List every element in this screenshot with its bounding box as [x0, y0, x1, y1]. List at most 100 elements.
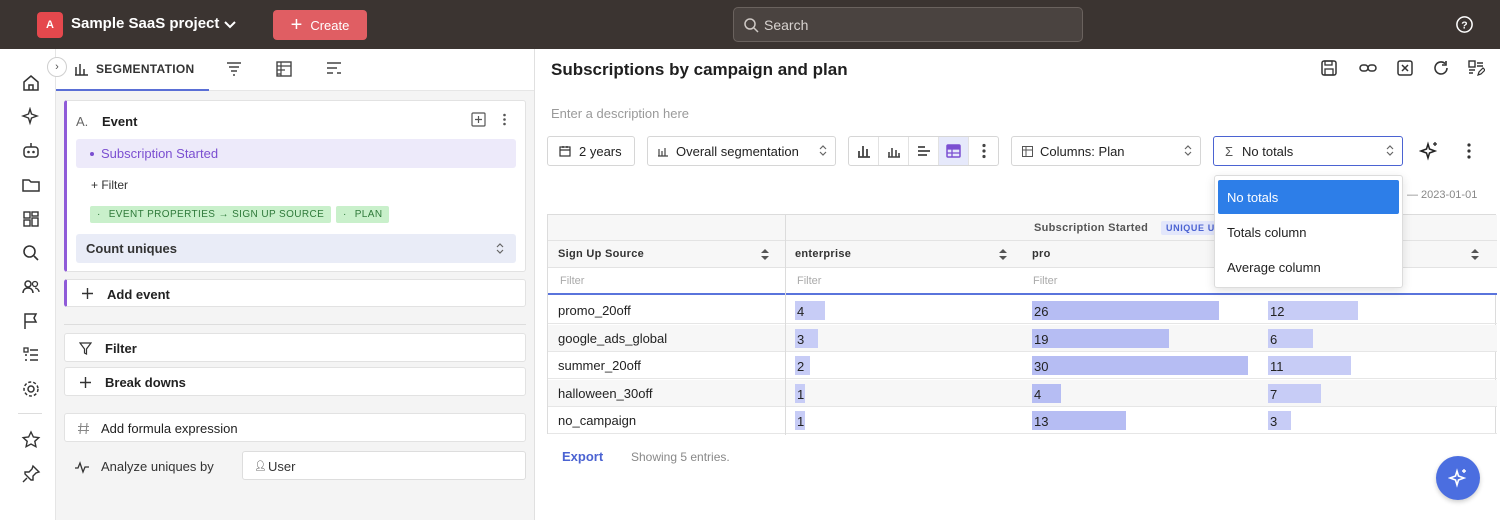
bar-chart-icon — [75, 64, 88, 76]
viz-more-button[interactable] — [969, 137, 999, 165]
star-icon[interactable] — [21, 430, 41, 450]
collapse-panel-button[interactable]: › — [47, 57, 67, 77]
segmentation-select[interactable]: Overall segmentation — [647, 136, 836, 166]
add-square-icon[interactable] — [471, 112, 486, 127]
date-range-readout: — 2023-01-01 — [1407, 189, 1478, 201]
event-card: A. Event Subscription Started + Filter ·… — [64, 100, 526, 272]
funnel-icon[interactable] — [225, 60, 243, 78]
description-placeholder[interactable]: Enter a description here — [551, 106, 689, 121]
flag-icon[interactable] — [21, 311, 41, 331]
sparkle-icon — [1448, 468, 1467, 488]
totals-option[interactable]: Totals column — [1218, 215, 1399, 249]
updown-chevron-icon — [1184, 145, 1192, 156]
project-name[interactable]: Sample SaaS project — [71, 15, 219, 32]
viz-bar-button[interactable] — [849, 137, 879, 165]
flows-icon[interactable] — [325, 60, 343, 78]
save-icon[interactable] — [1320, 59, 1338, 77]
row-source-label: summer_20off — [558, 358, 641, 373]
table-row[interactable]: promo_20off 4 26 12 — [548, 297, 1497, 324]
sort-icon[interactable] — [760, 248, 770, 261]
column-header-source[interactable]: Sign Up Source — [558, 248, 644, 260]
calendar-icon — [559, 146, 571, 157]
users-icon[interactable] — [21, 277, 41, 297]
visualization-toggle — [848, 136, 999, 166]
table-row[interactable]: no_campaign 1 13 3 — [548, 407, 1497, 434]
sort-icon[interactable] — [1470, 248, 1480, 261]
column-filter-input[interactable]: Filter — [797, 275, 821, 287]
column-filter-input[interactable]: Filter — [1033, 275, 1057, 287]
help-icon[interactable]: ? — [1455, 15, 1474, 34]
sparkle-icon[interactable] — [1419, 141, 1439, 161]
search-input[interactable]: Search — [733, 7, 1083, 42]
event-dot — [90, 152, 94, 156]
breakdowns-button[interactable]: Break downs — [64, 367, 526, 396]
row-source-label: promo_20off — [558, 303, 631, 318]
value-label: 19 — [1034, 331, 1049, 347]
value-label: 26 — [1034, 304, 1049, 319]
report-title[interactable]: Subscriptions by campaign and plan — [551, 60, 848, 80]
segmentation-label: Overall segmentation — [676, 144, 799, 159]
table-row[interactable]: halloween_30off 1 4 7 — [548, 379, 1497, 407]
create-button[interactable]: + Create — [273, 10, 367, 40]
filter-button[interactable]: Filter — [64, 333, 526, 362]
totals-option[interactable]: Average column — [1218, 250, 1399, 284]
viz-horizontal-bar-button[interactable] — [909, 137, 939, 165]
pin-icon[interactable] — [21, 464, 41, 484]
plus-icon: + — [290, 14, 303, 36]
link-icon[interactable] — [1359, 59, 1377, 77]
breakdown-chip[interactable]: · EVENT PROPERTIES → SIGN UP SOURCE — [90, 206, 332, 223]
add-event-filter-link[interactable]: + Filter — [91, 178, 128, 192]
export-link[interactable]: Export — [562, 449, 603, 464]
top-bar: A Sample SaaS project + Create Search ? — [0, 0, 1500, 49]
viz-table-button[interactable] — [939, 137, 969, 165]
table-row[interactable]: summer_20off 2 30 11 — [548, 352, 1497, 379]
edit-layout-icon[interactable] — [1467, 59, 1485, 77]
columns-select[interactable]: Columns: Plan — [1011, 136, 1201, 166]
dashboard-icon[interactable] — [21, 209, 41, 229]
folder-icon[interactable] — [21, 175, 41, 195]
chevron-down-icon[interactable] — [222, 16, 238, 32]
project-avatar[interactable]: A — [37, 12, 63, 38]
refresh-icon[interactable] — [1432, 59, 1450, 77]
column-header-pro[interactable]: pro — [1032, 248, 1051, 260]
value-label: 3 — [1270, 414, 1278, 429]
add-event-button[interactable]: Add event — [64, 279, 526, 307]
viz-grouped-bar-button[interactable] — [879, 137, 909, 165]
sort-icon[interactable] — [998, 248, 1008, 261]
list-icon[interactable] — [21, 345, 41, 365]
add-event-label: Add event — [107, 287, 170, 302]
columns-label: Columns: Plan — [1040, 144, 1125, 159]
breakdown-chip[interactable]: · PLAN — [336, 206, 390, 223]
value-label: 2 — [797, 359, 805, 374]
table-row[interactable]: google_ads_global 3 19 6 — [548, 324, 1497, 352]
more-vertical-icon[interactable] — [497, 112, 512, 127]
selected-event[interactable]: Subscription Started — [76, 139, 516, 168]
robot-icon[interactable] — [21, 141, 41, 161]
search-icon[interactable] — [21, 243, 41, 263]
updown-chevron-icon — [1386, 145, 1394, 156]
add-formula-label: Add formula expression — [101, 421, 238, 436]
rail-divider — [18, 413, 42, 414]
column-header-enterprise[interactable]: enterprise — [795, 248, 851, 260]
ai-assistant-button[interactable] — [1436, 456, 1480, 500]
add-formula-button[interactable]: Add formula expression — [64, 413, 526, 442]
tab-segmentation[interactable]: SEGMENTATION — [56, 49, 209, 91]
gear-icon[interactable] — [21, 379, 41, 399]
column-filter-input[interactable]: Filter — [560, 275, 584, 287]
more-vertical-icon[interactable] — [1460, 141, 1478, 161]
home-icon[interactable] — [21, 73, 41, 93]
date-range-select[interactable]: 2 years — [547, 136, 635, 166]
row-source-label: halloween_30off — [558, 385, 653, 401]
close-report-icon[interactable] — [1396, 59, 1414, 77]
totals-option[interactable]: No totals — [1218, 180, 1399, 214]
totals-select[interactable]: Σ No totals — [1213, 136, 1403, 166]
updown-chevron-icon — [819, 145, 827, 156]
measure-label: Count uniques — [86, 241, 177, 256]
row-source-label: google_ads_global — [558, 330, 668, 346]
sparkle-icon[interactable] — [21, 107, 41, 127]
retention-icon[interactable] — [275, 60, 293, 78]
analyze-uniques-select[interactable]: 👤︎ User — [242, 451, 526, 480]
report-main: Subscriptions by campaign and plan Enter… — [535, 49, 1500, 520]
measure-select[interactable]: Count uniques — [76, 234, 516, 263]
svg-text:?: ? — [1461, 20, 1467, 31]
